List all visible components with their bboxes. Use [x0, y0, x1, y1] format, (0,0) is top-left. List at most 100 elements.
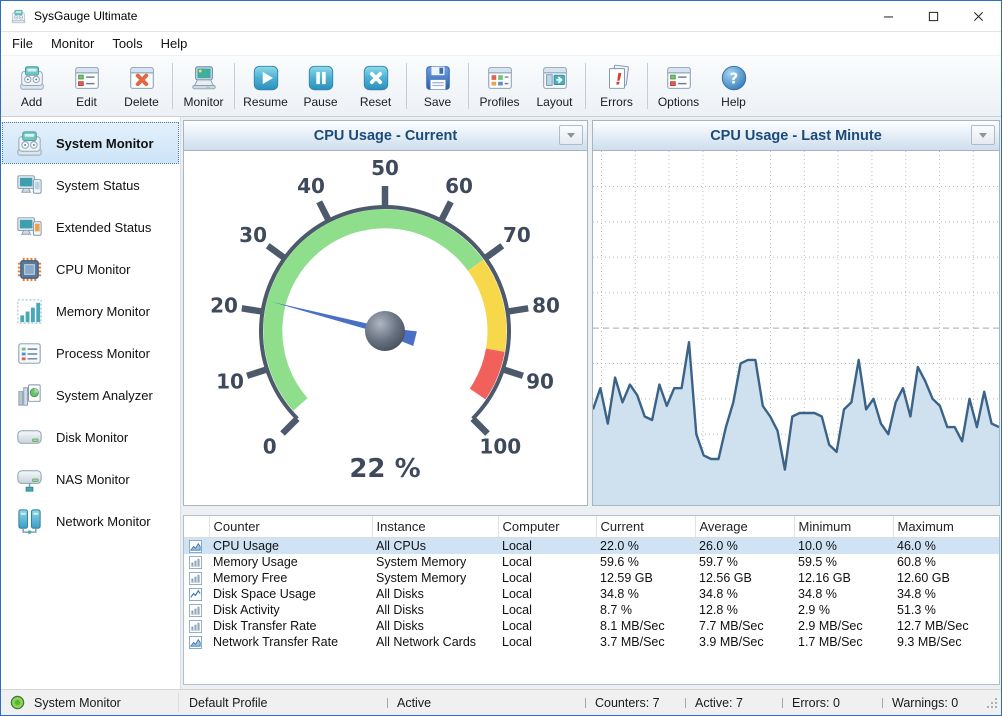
- table-row[interactable]: Memory FreeSystem MemoryLocal12.59 GB12.…: [184, 570, 999, 586]
- sidebar-item-disk-monitor[interactable]: Disk Monitor: [2, 416, 179, 458]
- table-row[interactable]: CPU UsageAll CPUsLocal22.0 %26.0 %10.0 %…: [184, 538, 999, 555]
- toolbar-button-label: Errors: [600, 95, 633, 109]
- sidebar-item-system-monitor[interactable]: System Monitor: [2, 122, 179, 164]
- toolbar-button-label: Reset: [360, 95, 391, 109]
- status-warnings-label: Warnings: 0: [892, 696, 958, 710]
- toolbar-button-label: Layout: [536, 95, 572, 109]
- sidebar-item-system-status[interactable]: System Status: [2, 164, 179, 206]
- column-header-maximum[interactable]: Maximum: [893, 516, 999, 538]
- sidebar-item-memory-monitor[interactable]: Memory Monitor: [2, 290, 179, 332]
- close-button[interactable]: [956, 1, 1001, 31]
- reset-icon: [361, 63, 391, 93]
- cell-computer: Local: [498, 538, 596, 555]
- cell-minimum: 34.8 %: [794, 586, 893, 602]
- toolbar-button-resume[interactable]: Resume: [238, 59, 293, 113]
- cell-counter: Disk Transfer Rate: [209, 618, 372, 634]
- table-row[interactable]: Disk ActivityAll DisksLocal8.7 %12.8 %2.…: [184, 602, 999, 618]
- cell-maximum: 60.8 %: [893, 554, 999, 570]
- toolbar-separator: [406, 63, 407, 109]
- svg-text:0: 0: [263, 434, 277, 458]
- cell-maximum: 51.3 %: [893, 602, 999, 618]
- sidebar-item-label: Process Monitor: [56, 346, 150, 361]
- cell-instance: All CPUs: [372, 538, 498, 555]
- toolbar-separator: [172, 63, 173, 109]
- maximize-button[interactable]: [911, 1, 956, 31]
- cell-average: 26.0 %: [695, 538, 794, 555]
- column-header-computer[interactable]: Computer: [498, 516, 596, 538]
- toolbar-button-options[interactable]: Options: [651, 59, 706, 113]
- svg-text:90: 90: [526, 369, 554, 393]
- column-header-current[interactable]: Current: [596, 516, 695, 538]
- toolbar-button-monitor[interactable]: Monitor: [176, 59, 231, 113]
- options-icon: [664, 63, 694, 93]
- sidebar-item-system-analyzer[interactable]: System Analyzer: [2, 374, 179, 416]
- svg-text:50: 50: [371, 156, 399, 180]
- chart-bar-icon: [184, 602, 209, 618]
- svg-text:?: ?: [729, 70, 738, 88]
- cell-current: 12.59 GB: [596, 570, 695, 586]
- toolbar-button-edit[interactable]: Edit: [59, 59, 114, 113]
- toolbar-button-add[interactable]: Add: [4, 59, 59, 113]
- svg-text:80: 80: [532, 294, 560, 318]
- menu-item-tools[interactable]: Tools: [103, 33, 151, 54]
- nas-monitor-icon: [14, 464, 45, 495]
- svg-text:70: 70: [503, 223, 531, 247]
- statusbar-tick: [782, 698, 783, 708]
- status-monitor-segment: System Monitor: [1, 695, 178, 710]
- app-icon: [10, 8, 27, 25]
- cell-average: 7.7 MB/Sec: [695, 618, 794, 634]
- cell-minimum: 2.9 %: [794, 602, 893, 618]
- table-row[interactable]: Disk Space UsageAll DisksLocal34.8 %34.8…: [184, 586, 999, 602]
- svg-text:10: 10: [216, 369, 244, 393]
- toolbar-button-layout[interactable]: Layout: [527, 59, 582, 113]
- status-green-icon: [10, 695, 25, 710]
- chart-line-icon: [184, 586, 209, 602]
- toolbar-button-label: Options: [658, 95, 699, 109]
- cell-computer: Local: [498, 602, 596, 618]
- toolbar-button-delete[interactable]: Delete: [114, 59, 169, 113]
- column-header-counter[interactable]: Counter: [209, 516, 372, 538]
- toolbar-button-help[interactable]: ?Help: [706, 59, 761, 113]
- table-row[interactable]: Network Transfer RateAll Network CardsLo…: [184, 634, 999, 650]
- menu-item-file[interactable]: File: [3, 33, 42, 54]
- sidebar-item-cpu-monitor[interactable]: CPU Monitor: [2, 248, 179, 290]
- sidebar-item-process-monitor[interactable]: Process Monitor: [2, 332, 179, 374]
- statusbar-tick: [387, 698, 388, 708]
- table-row[interactable]: Memory UsageSystem MemoryLocal59.6 %59.7…: [184, 554, 999, 570]
- column-header-minimum[interactable]: Minimum: [794, 516, 893, 538]
- toolbar-button-errors[interactable]: !Errors: [589, 59, 644, 113]
- column-header-instance[interactable]: Instance: [372, 516, 498, 538]
- sidebar-item-extended-status[interactable]: Extended Status: [2, 206, 179, 248]
- cell-counter: Disk Space Usage: [209, 586, 372, 602]
- table-row[interactable]: Disk Transfer RateAll DisksLocal8.1 MB/S…: [184, 618, 999, 634]
- cell-maximum: 34.8 %: [893, 586, 999, 602]
- gauge-panel-menu-button[interactable]: [559, 125, 583, 145]
- resize-grip[interactable]: [986, 697, 999, 710]
- toolbar-button-profiles[interactable]: Profiles: [472, 59, 527, 113]
- cell-current: 22.0 %: [596, 538, 695, 555]
- monitor-icon: [189, 63, 219, 93]
- cell-minimum: 59.5 %: [794, 554, 893, 570]
- chart-area-icon: [184, 538, 209, 555]
- cpu-monitor-icon: [14, 254, 45, 285]
- cell-minimum: 10.0 %: [794, 538, 893, 555]
- column-header-average[interactable]: Average: [695, 516, 794, 538]
- toolbar-button-pause[interactable]: Pause: [293, 59, 348, 113]
- cell-instance: All Disks: [372, 602, 498, 618]
- sidebar-item-network-monitor[interactable]: Network Monitor: [2, 500, 179, 542]
- gauge-value-label: 22 %: [349, 454, 420, 484]
- chart-area-icon: [184, 634, 209, 650]
- history-panel-menu-button[interactable]: [971, 125, 995, 145]
- menu-item-help[interactable]: Help: [152, 33, 197, 54]
- menu-item-monitor[interactable]: Monitor: [42, 33, 103, 54]
- statusbar-tick: [585, 698, 586, 708]
- toolbar-button-reset[interactable]: Reset: [348, 59, 403, 113]
- sidebar-item-nas-monitor[interactable]: NAS Monitor: [2, 458, 179, 500]
- minimize-button[interactable]: [866, 1, 911, 31]
- resume-icon: [251, 63, 281, 93]
- toolbar-button-save[interactable]: Save: [410, 59, 465, 113]
- svg-text:60: 60: [445, 174, 473, 198]
- memory-monitor-icon: [14, 296, 45, 327]
- statusbar-tick: [685, 698, 686, 708]
- cell-counter: Network Transfer Rate: [209, 634, 372, 650]
